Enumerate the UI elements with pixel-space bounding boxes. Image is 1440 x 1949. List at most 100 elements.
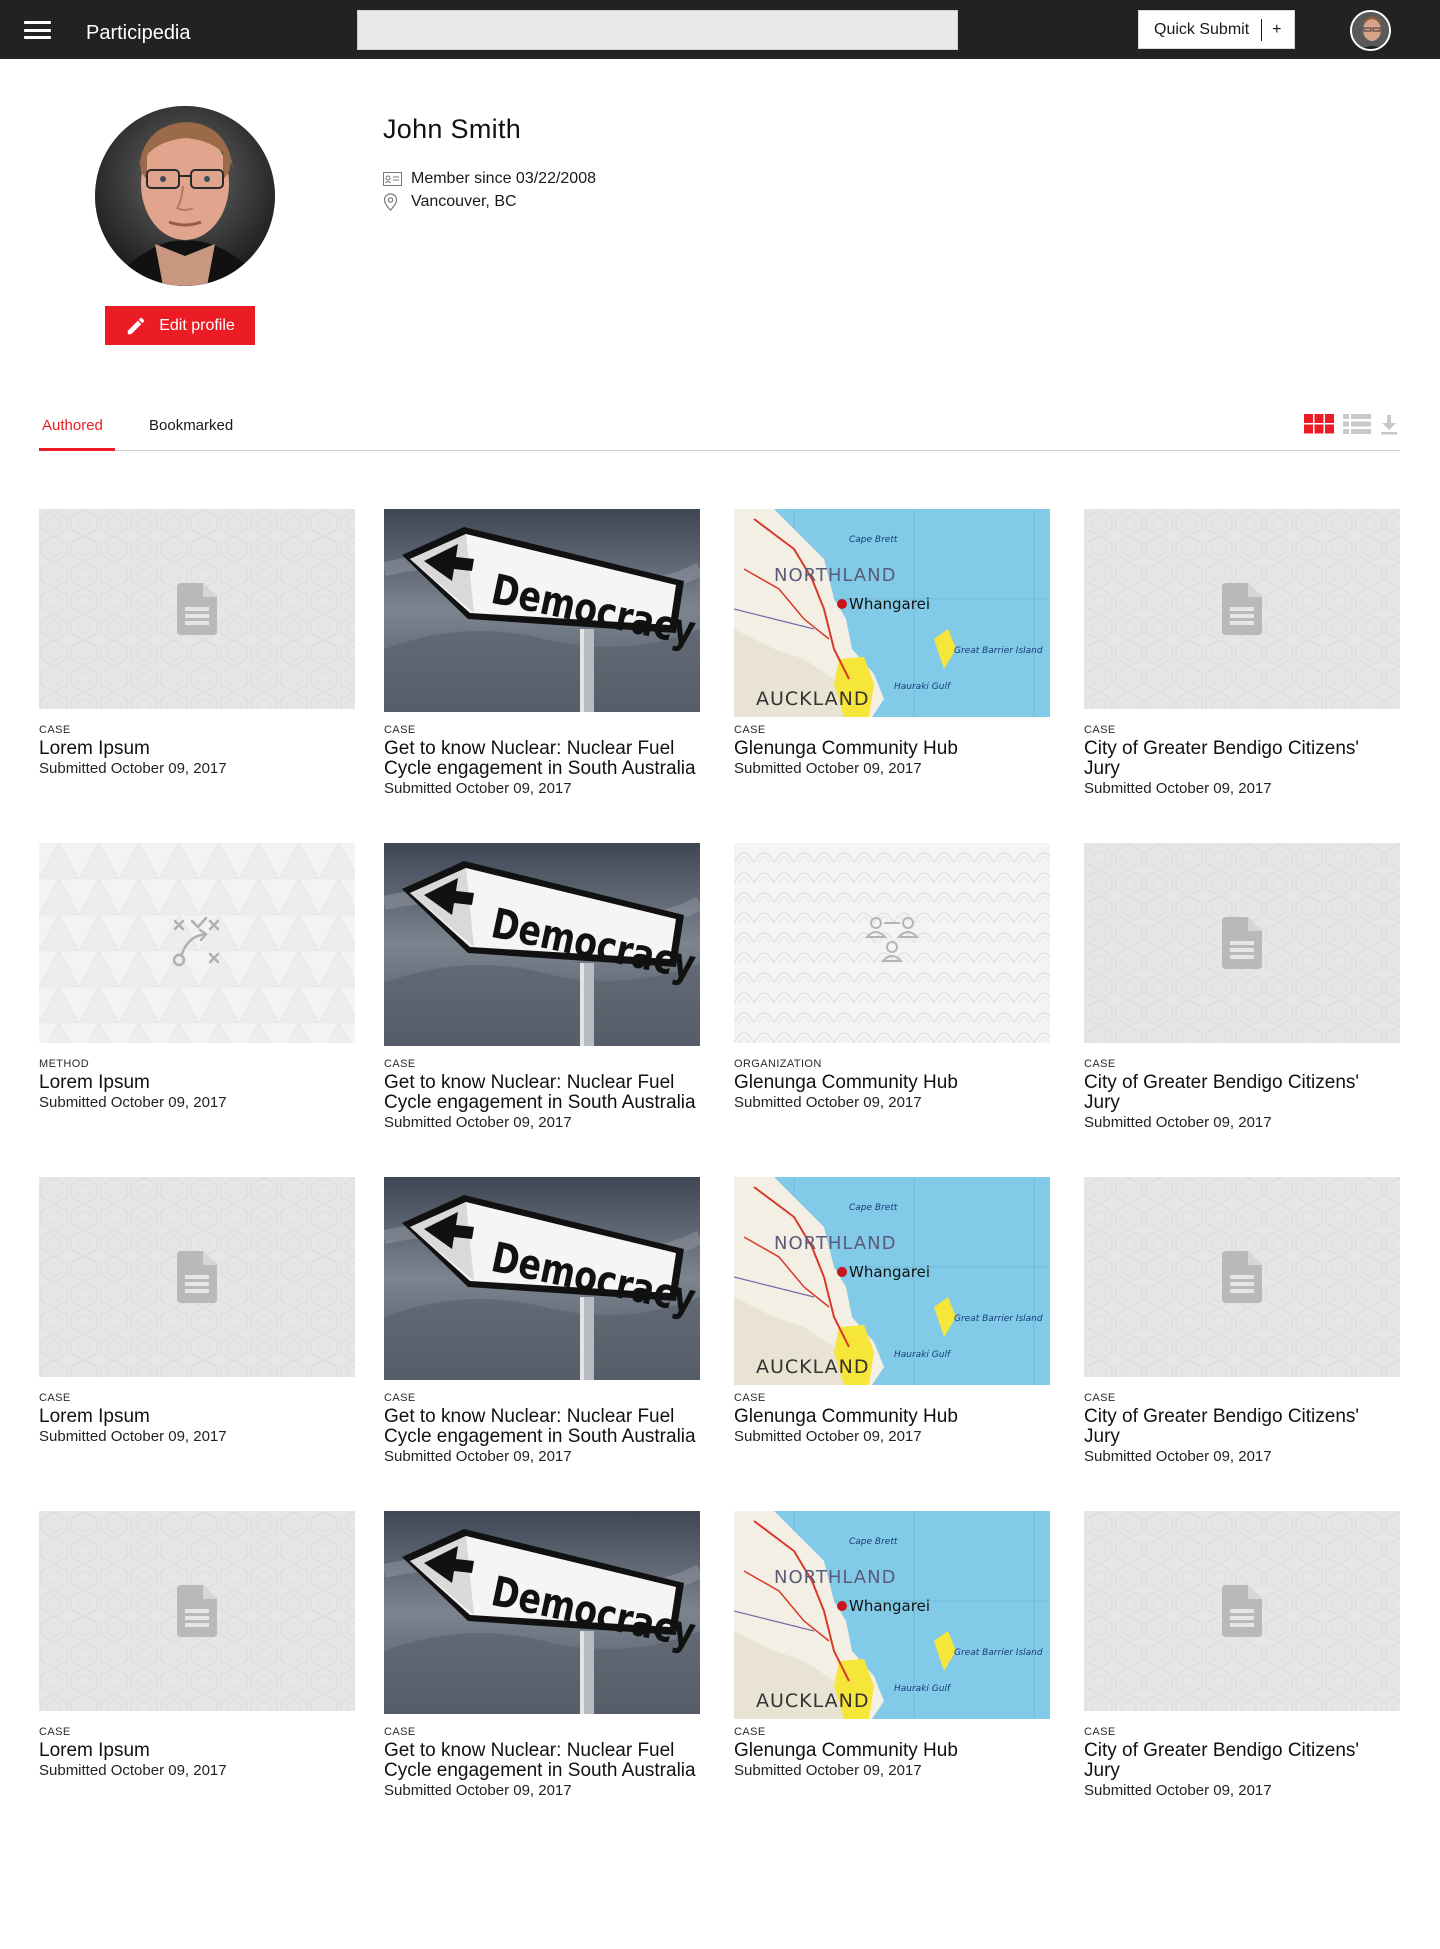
card-thumbnail[interactable]: Democracy	[384, 1511, 700, 1714]
card-thumbnail[interactable]	[1084, 509, 1400, 709]
card-thumbnail[interactable]	[1084, 1511, 1400, 1711]
document-icon	[177, 583, 217, 635]
card-date: Submitted October 09, 2017	[734, 760, 922, 777]
svg-text:Great Barrier Island: Great Barrier Island	[954, 1648, 1043, 1658]
card-title[interactable]: Lorem Ipsum	[39, 1073, 355, 1093]
content-card[interactable]: CASE Lorem Ipsum Submitted October 09, 201…	[39, 1511, 355, 1779]
card-thumbnail[interactable]: Democracy	[384, 1177, 700, 1380]
content-card[interactable]: CASE Lorem Ipsum Submitted October 09, 201…	[39, 509, 355, 777]
document-icon	[1222, 1251, 1262, 1303]
id-card-icon	[383, 172, 403, 186]
content-card[interactable]: CASE City of Greater Bendigo Citizens' Ju…	[1084, 509, 1400, 797]
top-navigation-bar: Participedia Quick Submit +	[0, 0, 1440, 59]
content-card[interactable]: ORGANIZATION Glenunga Community Hub Submit…	[734, 843, 1050, 1111]
card-thumbnail[interactable]	[1084, 843, 1400, 1043]
content-card[interactable]: CASE Lorem Ipsum Submitted October 09, 201…	[39, 1177, 355, 1445]
content-card[interactable]: CASE City of Greater Bendigo Citizens' Ju…	[1084, 1177, 1400, 1465]
svg-text:Whangarei: Whangarei	[849, 1597, 930, 1615]
card-date: Submitted October 09, 2017	[384, 1114, 572, 1131]
card-type-label: ORGANIZATION	[734, 1058, 822, 1070]
svg-text:Cape Brett: Cape Brett	[849, 535, 898, 545]
edit-profile-label: Edit profile	[159, 316, 235, 334]
card-title[interactable]: Get to know Nuclear: Nuclear Fuel Cycle …	[384, 1741, 700, 1781]
download-icon[interactable]	[1380, 413, 1398, 440]
card-type-label: METHOD	[39, 1058, 90, 1070]
svg-text:Hauraki Gulf: Hauraki Gulf	[894, 1684, 952, 1694]
card-title[interactable]: Get to know Nuclear: Nuclear Fuel Cycle …	[384, 1073, 700, 1113]
location-text: Vancouver, BC	[411, 193, 517, 210]
card-thumbnail[interactable]	[39, 509, 355, 709]
card-thumbnail[interactable]	[1084, 1177, 1400, 1377]
edit-profile-button[interactable]: Edit profile	[105, 306, 255, 345]
card-title[interactable]: City of Greater Bendigo Citizens' Jury	[1084, 1073, 1400, 1113]
card-type-label: CASE	[39, 1392, 71, 1404]
card-title[interactable]: Glenunga Community Hub	[734, 1741, 1050, 1761]
svg-text:Whangarei: Whangarei	[849, 1263, 930, 1281]
profile-name: John Smith	[383, 114, 522, 144]
user-avatar[interactable]	[1350, 10, 1391, 51]
tab-bookmarked[interactable]: Bookmarked	[149, 417, 233, 434]
document-icon	[1222, 583, 1262, 635]
card-thumbnail[interactable]	[734, 843, 1050, 1043]
svg-text:AUCKLAND: AUCKLAND	[756, 1356, 870, 1378]
quick-submit-button[interactable]: Quick Submit +	[1138, 10, 1295, 49]
plus-icon: +	[1272, 20, 1282, 38]
card-thumbnail[interactable]: Cape Brett NORTHLAND Whangarei Great Bar…	[734, 1177, 1050, 1385]
content-card[interactable]: Cape Brett NORTHLAND Whangarei Great Bar…	[734, 509, 1050, 777]
content-card[interactable]: METHOD Lorem Ipsum Submitted October 09, 2…	[39, 843, 355, 1111]
card-type-label: CASE	[734, 1392, 766, 1404]
tab-authored[interactable]: Authored	[42, 417, 103, 434]
content-card[interactable]: Cape Brett NORTHLAND Whangarei Great Bar…	[734, 1511, 1050, 1779]
card-title[interactable]: Glenunga Community Hub	[734, 1073, 1050, 1093]
card-date: Submitted October 09, 2017	[384, 1782, 572, 1799]
svg-text:NORTHLAND: NORTHLAND	[774, 1233, 896, 1254]
list-view-icon[interactable]	[1343, 413, 1371, 440]
document-icon	[177, 1585, 217, 1637]
svg-text:AUCKLAND: AUCKLAND	[756, 688, 870, 710]
card-date: Submitted October 09, 2017	[1084, 1782, 1272, 1799]
card-title[interactable]: City of Greater Bendigo Citizens' Jury	[1084, 1741, 1400, 1781]
hamburger-menu-icon[interactable]	[24, 21, 51, 39]
card-title[interactable]: Get to know Nuclear: Nuclear Fuel Cycle …	[384, 1407, 700, 1447]
member-since-row: Member since 03/22/2008	[383, 170, 596, 188]
svg-text:Hauraki Gulf: Hauraki Gulf	[894, 682, 952, 692]
card-title[interactable]: City of Greater Bendigo Citizens' Jury	[1084, 1407, 1400, 1447]
card-thumbnail[interactable]	[39, 1511, 355, 1711]
content-card[interactable]: Democracy CASE Get to know Nuclear: Nucle…	[384, 1177, 700, 1465]
card-thumbnail[interactable]: Cape Brett NORTHLAND Whangarei Great Bar…	[734, 1511, 1050, 1719]
search-input[interactable]	[357, 10, 958, 50]
card-date: Submitted October 09, 2017	[734, 1094, 922, 1111]
card-title[interactable]: Lorem Ipsum	[39, 1741, 355, 1761]
card-thumbnail[interactable]: Cape Brett NORTHLAND Whangarei Great Bar…	[734, 509, 1050, 717]
content-card[interactable]: Democracy CASE Get to know Nuclear: Nucle…	[384, 1511, 700, 1799]
card-title[interactable]: Lorem Ipsum	[39, 1407, 355, 1427]
card-title[interactable]: City of Greater Bendigo Citizens' Jury	[1084, 739, 1400, 779]
profile-photo	[95, 106, 275, 286]
divider	[1261, 18, 1263, 41]
content-card[interactable]: CASE City of Greater Bendigo Citizens' Ju…	[1084, 843, 1400, 1131]
card-title[interactable]: Get to know Nuclear: Nuclear Fuel Cycle …	[384, 739, 700, 779]
card-date: Submitted October 09, 2017	[734, 1428, 922, 1445]
content-card[interactable]: Democracy CASE Get to know Nuclear: Nucle…	[384, 843, 700, 1131]
card-type-label: CASE	[1084, 724, 1116, 736]
app-logo[interactable]: Participedia	[86, 22, 191, 45]
pencil-icon	[125, 315, 147, 337]
card-thumbnail[interactable]	[39, 843, 355, 1043]
svg-text:Cape Brett: Cape Brett	[849, 1203, 898, 1213]
card-thumbnail[interactable]	[39, 1177, 355, 1377]
content-card[interactable]: Cape Brett NORTHLAND Whangarei Great Bar…	[734, 1177, 1050, 1445]
card-type-label: CASE	[734, 724, 766, 736]
card-thumbnail[interactable]: Democracy	[384, 509, 700, 712]
card-title[interactable]: Lorem Ipsum	[39, 739, 355, 759]
card-type-label: CASE	[384, 1726, 416, 1738]
card-title[interactable]: Glenunga Community Hub	[734, 1407, 1050, 1427]
card-thumbnail[interactable]: Democracy	[384, 843, 700, 1046]
card-date: Submitted October 09, 2017	[1084, 780, 1272, 797]
card-type-label: CASE	[384, 1392, 416, 1404]
content-card[interactable]: Democracy CASE Get to know Nuclear: Nucle…	[384, 509, 700, 797]
card-title[interactable]: Glenunga Community Hub	[734, 739, 1050, 759]
grid-view-icon[interactable]	[1304, 413, 1334, 440]
card-date: Submitted October 09, 2017	[39, 760, 227, 777]
card-date: Submitted October 09, 2017	[1084, 1448, 1272, 1465]
content-card[interactable]: CASE City of Greater Bendigo Citizens' Ju…	[1084, 1511, 1400, 1799]
